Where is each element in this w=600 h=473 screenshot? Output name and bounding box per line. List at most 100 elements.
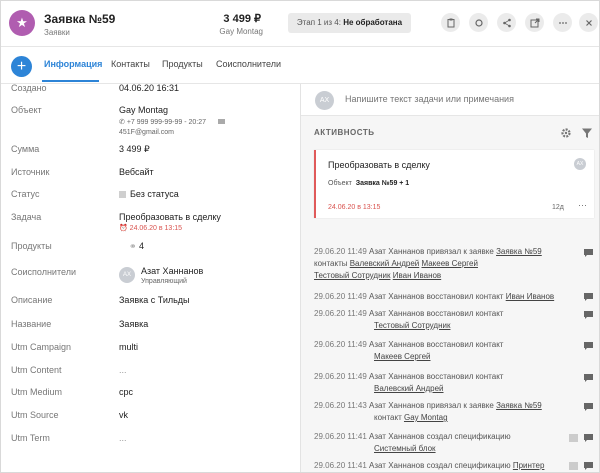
contact-link[interactable]: Валевский Андрей [350,259,420,268]
object-email[interactable]: 451F@gmail.com [119,129,174,136]
field-label: Источник [11,167,50,177]
task-composer: AX [301,84,599,116]
deal-type: Заявки [44,28,70,37]
external-link-button[interactable] [525,13,544,32]
field-label: Создано [11,84,47,93]
task-due: ⏰ 24.06.20 в 13:15 [119,225,183,232]
object-link[interactable]: Gay Montag [119,105,168,115]
list-item: 29.06.20 11:49 Азат Ханнанов восстановил… [314,309,504,330]
stage-button[interactable]: Этап 1 из 4: Не обработана [288,13,411,33]
info-panel: Создано 04.06.20 16:31 Объект Gay Montag… [1,84,300,472]
header: ★ Заявка №59 Заявки 3 499 ₽ Gay Montag Э… [1,1,599,47]
list-item: 29.06.20 11:49 Азат Ханнанов восстановил… [314,340,504,361]
comment-icon[interactable] [584,311,593,319]
contact-link[interactable]: Gay Montag [404,413,448,422]
contact-link[interactable]: Иван Иванов [393,271,441,280]
contact-link[interactable]: Макеев Сергей [421,259,478,268]
more-icon [558,21,567,24]
status-color-icon [119,191,126,198]
status-value[interactable]: Без статуса [119,189,179,199]
deal-company: Gay Montag [219,27,263,36]
field-label: Объект [11,105,42,115]
task-link[interactable]: Преобразовать в сделку [119,212,221,222]
list-item: 29.06.20 11:49 Азат Ханнанов восстановил… [314,292,555,301]
field-label: Продукты [11,241,52,251]
tab-coexecutors[interactable]: Соисполнители [216,59,281,69]
spec-link[interactable]: Системный блок [374,444,436,453]
close-button[interactable] [579,13,598,32]
contact-link[interactable]: Макеев Сергей [374,352,431,361]
add-button[interactable]: + [11,56,32,77]
contact-link[interactable]: Тестовый Сотрудник [374,321,450,330]
tab-contacts[interactable]: Контакты [111,59,150,69]
list-item: 29.06.20 11:49 Азат Ханнанов восстановил… [314,372,504,393]
comment-icon[interactable] [584,403,593,411]
share-button[interactable] [497,13,516,32]
field-value: cpc [119,387,134,397]
list-item: 29.06.20 11:43 Азат Ханнанов привязал к … [314,401,542,422]
field-value: 3 499 ₽ [119,144,150,154]
field-label: Название [11,319,52,329]
task-card-object-link[interactable]: Заявка №59 + 1 [356,180,409,187]
filter-icon[interactable] [581,127,593,139]
field-label: Задача [11,212,42,222]
spec-link[interactable]: Принтер [513,461,545,470]
avatar: AX [315,91,334,110]
task-card-age: 12д [552,204,564,211]
comment-icon[interactable] [584,434,593,442]
object-phone[interactable]: ✆ +7 999 999-99-99 - 20:27 [119,118,225,126]
tab-info[interactable]: Информация [44,59,102,69]
field-value: multi [119,342,139,352]
more-button[interactable] [553,13,572,32]
field-value: vk [119,410,128,420]
task-card-date: 24.06.20 в 13:15 [328,204,381,211]
coexecutor-role: Управляющий [141,278,187,285]
refresh-button[interactable] [469,13,488,32]
page-title: Заявка №59 [44,12,116,26]
field-label: Utm Term [11,433,50,443]
document-icon [569,462,578,470]
share-icon [502,18,511,27]
field-value: 04.06.20 16:31 [119,84,180,93]
tab-products[interactable]: Продукты [162,59,203,69]
comment-icon[interactable] [584,374,593,382]
phone-icon: ✆ [119,119,127,126]
field-label: Utm Campaign [11,342,72,352]
gear-icon[interactable] [560,127,572,139]
field-value: ... [119,433,127,443]
avatar: AX [574,158,586,170]
field-value: Заявка [119,319,149,329]
field-label: Utm Medium [11,387,63,397]
field-label: Сумма [11,144,40,154]
contact-link[interactable]: Валевский Андрей [374,384,444,393]
comment-icon[interactable] [584,462,593,470]
star-icon: ★ [9,10,35,36]
task-input[interactable] [345,94,585,104]
coexecutor-name[interactable]: Азат Ханнанов [141,266,203,276]
comment-icon[interactable] [584,293,593,301]
activity-panel: AX АКТИВНОСТЬ Преобразовать в сделку AX … [301,84,599,472]
products-link[interactable]: ⚭ 4 [129,241,144,252]
activity-title: АКТИВНОСТЬ [314,128,375,137]
close-icon [585,19,592,26]
field-label: Utm Source [11,410,59,420]
clipboard-button[interactable] [441,13,460,32]
deal-link[interactable]: Заявка №59 [496,401,542,410]
contact-link[interactable]: Иван Иванов [506,292,554,301]
clipboard-icon [447,18,454,27]
field-label: Соисполнители [11,267,76,277]
stage-prefix: Этап 1 из 4: [296,18,344,27]
external-link-icon [530,18,539,27]
link-icon: ⚭ [129,241,140,251]
task-card[interactable]: Преобразовать в сделку AX Объект Заявка … [314,150,594,218]
comment-icon[interactable] [584,342,593,350]
task-card-title[interactable]: Преобразовать в сделку [328,160,430,170]
comment-icon[interactable] [584,249,593,257]
more-icon[interactable]: ··· [578,200,587,210]
contact-link[interactable]: Тестовый Сотрудник [314,271,390,280]
field-value: Вебсайт [119,167,154,177]
refresh-icon [474,18,483,27]
field-label: Utm Content [11,365,62,375]
tab-bar: + Информация Контакты Продукты Соисполни… [1,47,599,84]
deal-link[interactable]: Заявка №59 [496,247,542,256]
